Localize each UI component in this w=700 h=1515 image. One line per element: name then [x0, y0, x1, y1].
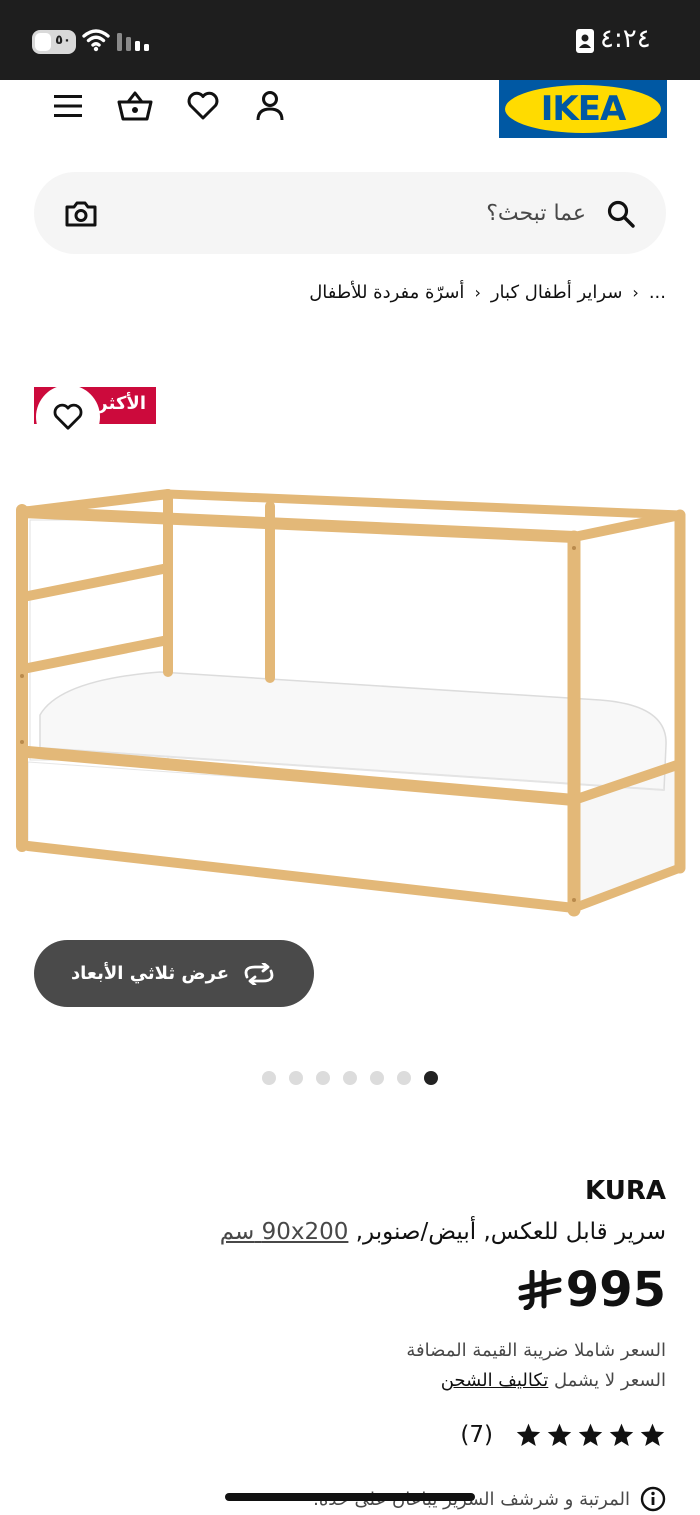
carousel-dot[interactable]: [289, 1071, 303, 1085]
carousel-dot[interactable]: [316, 1071, 330, 1085]
menu-icon: [54, 95, 82, 117]
star-icon: [547, 1423, 572, 1447]
search-bar[interactable]: [34, 172, 666, 254]
price-note-shipping: السعر لا يشمل تكاليف الشحن: [441, 1370, 666, 1391]
product-size-unit: سم: [219, 1219, 255, 1245]
wifi-icon: [82, 29, 110, 52]
rotate-3d-icon: [244, 962, 274, 985]
signal-icon: [117, 33, 149, 51]
add-to-favourites-button[interactable]: [36, 385, 100, 449]
basket-icon: [117, 91, 153, 121]
product-image[interactable]: [0, 470, 700, 930]
star-icon: [609, 1423, 634, 1447]
logo-text: IKEA: [540, 89, 627, 129]
menu-button[interactable]: [50, 88, 86, 124]
chevron-left-icon: ‹: [474, 283, 481, 302]
ikea-logo[interactable]: IKEA: [499, 80, 667, 138]
battery-level: ٥٠: [55, 33, 71, 48]
product-size: 90x200: [261, 1219, 349, 1245]
status-time: ٤:٢٤: [600, 24, 651, 54]
carousel-dot[interactable]: [370, 1071, 384, 1085]
rating-count: (7): [460, 1422, 493, 1448]
home-indicator[interactable]: [225, 1493, 475, 1501]
view-3d-button[interactable]: عرض ثلاثي الأبعاد: [34, 940, 314, 1007]
image-carousel-dots: [262, 1071, 438, 1085]
breadcrumb-item-kids-beds[interactable]: سراير أطفال كبار: [491, 282, 623, 303]
battery-icon: ٥٠: [32, 30, 76, 54]
product-price: 995: [518, 1262, 666, 1318]
search-input[interactable]: [166, 193, 586, 233]
product-size-link[interactable]: 90x200 سم: [220, 1219, 349, 1245]
carousel-dot[interactable]: [397, 1071, 411, 1085]
carousel-dot[interactable]: [262, 1071, 276, 1085]
breadcrumb: ... ‹ سراير أطفال كبار ‹ أسرّة مفردة للأ…: [309, 282, 666, 303]
favourites-button[interactable]: [185, 88, 221, 124]
account-button[interactable]: [252, 88, 288, 124]
riyal-currency-icon: [518, 1270, 562, 1310]
breadcrumb-item-single-beds[interactable]: أسرّة مفردة للأطفال: [309, 282, 464, 303]
breadcrumb-ellipsis[interactable]: ...: [649, 282, 666, 303]
star-icon: [578, 1423, 603, 1447]
heart-icon: [53, 403, 83, 430]
status-bar: ٥٠ ٤:٢٤: [0, 0, 700, 80]
price-note-vat: السعر شاملا ضريبة القيمة المضافة: [406, 1340, 666, 1361]
star-icon: [516, 1423, 541, 1447]
product-name: KURA: [585, 1176, 666, 1206]
star-icon: [640, 1423, 665, 1447]
carousel-dot-active[interactable]: [424, 1071, 438, 1085]
user-icon: [256, 91, 284, 121]
chevron-left-icon: ‹: [632, 283, 639, 302]
camera-icon[interactable]: [64, 200, 98, 228]
product-description-text: سرير قابل للعكس, أبيض/صنوبر,: [355, 1219, 666, 1245]
price-value: 995: [565, 1262, 666, 1318]
search-icon: [607, 200, 635, 228]
heart-icon: [187, 91, 219, 120]
carousel-dot[interactable]: [343, 1071, 357, 1085]
product-rating[interactable]: (7): [460, 1422, 666, 1448]
view-3d-label: عرض ثلاثي الأبعاد: [70, 963, 230, 984]
basket-button[interactable]: [117, 88, 153, 124]
product-description: سرير قابل للعكس, أبيض/صنوبر, 90x200 سم: [220, 1219, 666, 1245]
info-icon: [640, 1486, 666, 1512]
shipping-costs-link[interactable]: تكاليف الشحن: [441, 1370, 549, 1391]
badge-label: الأكثر: [97, 393, 146, 414]
contact-card-icon: [576, 29, 594, 53]
price-note-shipping-prefix: السعر لا يشمل: [554, 1370, 666, 1391]
